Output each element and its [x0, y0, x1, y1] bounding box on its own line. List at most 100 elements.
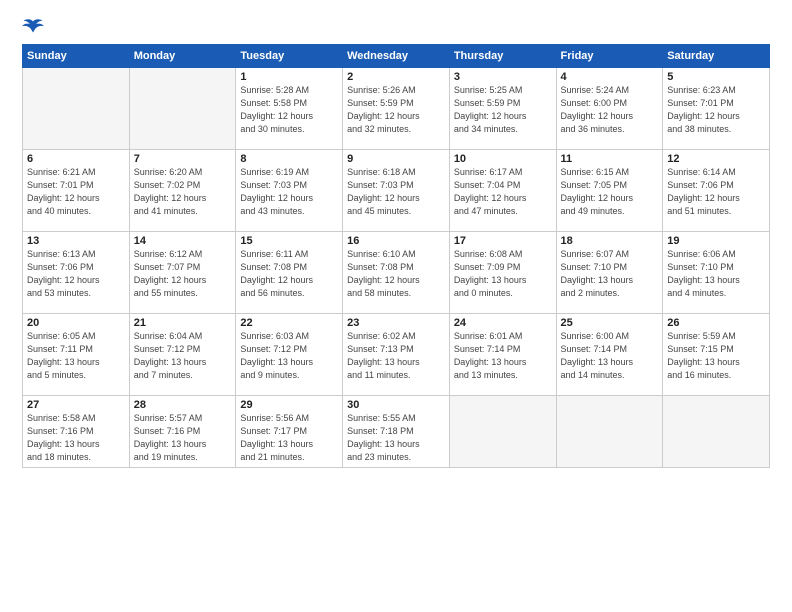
day-number: 13 — [27, 235, 125, 247]
calendar-cell: 7Sunrise: 6:20 AM Sunset: 7:02 PM Daylig… — [129, 150, 236, 232]
calendar-cell: 29Sunrise: 5:56 AM Sunset: 7:17 PM Dayli… — [236, 396, 343, 468]
day-number: 1 — [240, 71, 338, 83]
calendar-cell: 12Sunrise: 6:14 AM Sunset: 7:06 PM Dayli… — [663, 150, 770, 232]
day-number: 22 — [240, 317, 338, 329]
weekday-header-monday: Monday — [129, 45, 236, 68]
calendar-cell: 4Sunrise: 5:24 AM Sunset: 6:00 PM Daylig… — [556, 68, 663, 150]
day-info: Sunrise: 5:24 AM Sunset: 6:00 PM Dayligh… — [561, 84, 659, 136]
calendar-cell: 13Sunrise: 6:13 AM Sunset: 7:06 PM Dayli… — [23, 232, 130, 314]
calendar-cell: 22Sunrise: 6:03 AM Sunset: 7:12 PM Dayli… — [236, 314, 343, 396]
day-number: 10 — [454, 153, 552, 165]
day-info: Sunrise: 6:23 AM Sunset: 7:01 PM Dayligh… — [667, 84, 765, 136]
calendar-cell: 1Sunrise: 5:28 AM Sunset: 5:58 PM Daylig… — [236, 68, 343, 150]
logo — [22, 18, 48, 36]
day-number: 14 — [134, 235, 232, 247]
calendar-cell: 30Sunrise: 5:55 AM Sunset: 7:18 PM Dayli… — [343, 396, 450, 468]
calendar-cell: 15Sunrise: 6:11 AM Sunset: 7:08 PM Dayli… — [236, 232, 343, 314]
calendar-week-4: 20Sunrise: 6:05 AM Sunset: 7:11 PM Dayli… — [23, 314, 770, 396]
calendar-cell: 24Sunrise: 6:01 AM Sunset: 7:14 PM Dayli… — [449, 314, 556, 396]
day-info: Sunrise: 6:06 AM Sunset: 7:10 PM Dayligh… — [667, 248, 765, 300]
day-number: 6 — [27, 153, 125, 165]
calendar-cell: 28Sunrise: 5:57 AM Sunset: 7:16 PM Dayli… — [129, 396, 236, 468]
weekday-header-thursday: Thursday — [449, 45, 556, 68]
day-info: Sunrise: 6:19 AM Sunset: 7:03 PM Dayligh… — [240, 166, 338, 218]
calendar-cell: 25Sunrise: 6:00 AM Sunset: 7:14 PM Dayli… — [556, 314, 663, 396]
weekday-header-friday: Friday — [556, 45, 663, 68]
calendar-cell: 17Sunrise: 6:08 AM Sunset: 7:09 PM Dayli… — [449, 232, 556, 314]
calendar-cell: 3Sunrise: 5:25 AM Sunset: 5:59 PM Daylig… — [449, 68, 556, 150]
calendar-cell: 18Sunrise: 6:07 AM Sunset: 7:10 PM Dayli… — [556, 232, 663, 314]
calendar-cell — [663, 396, 770, 468]
logo-text — [22, 18, 48, 36]
day-number: 19 — [667, 235, 765, 247]
day-info: Sunrise: 6:17 AM Sunset: 7:04 PM Dayligh… — [454, 166, 552, 218]
day-info: Sunrise: 6:15 AM Sunset: 7:05 PM Dayligh… — [561, 166, 659, 218]
day-number: 27 — [27, 399, 125, 411]
calendar-cell: 26Sunrise: 5:59 AM Sunset: 7:15 PM Dayli… — [663, 314, 770, 396]
calendar: SundayMondayTuesdayWednesdayThursdayFrid… — [22, 44, 770, 468]
day-number: 23 — [347, 317, 445, 329]
day-info: Sunrise: 6:03 AM Sunset: 7:12 PM Dayligh… — [240, 330, 338, 382]
calendar-cell: 23Sunrise: 6:02 AM Sunset: 7:13 PM Dayli… — [343, 314, 450, 396]
day-info: Sunrise: 5:25 AM Sunset: 5:59 PM Dayligh… — [454, 84, 552, 136]
day-number: 25 — [561, 317, 659, 329]
day-info: Sunrise: 6:05 AM Sunset: 7:11 PM Dayligh… — [27, 330, 125, 382]
day-info: Sunrise: 6:07 AM Sunset: 7:10 PM Dayligh… — [561, 248, 659, 300]
calendar-cell: 6Sunrise: 6:21 AM Sunset: 7:01 PM Daylig… — [23, 150, 130, 232]
calendar-cell — [449, 396, 556, 468]
calendar-cell: 19Sunrise: 6:06 AM Sunset: 7:10 PM Dayli… — [663, 232, 770, 314]
calendar-cell: 21Sunrise: 6:04 AM Sunset: 7:12 PM Dayli… — [129, 314, 236, 396]
day-number: 17 — [454, 235, 552, 247]
day-number: 4 — [561, 71, 659, 83]
day-info: Sunrise: 6:18 AM Sunset: 7:03 PM Dayligh… — [347, 166, 445, 218]
day-number: 5 — [667, 71, 765, 83]
day-info: Sunrise: 6:13 AM Sunset: 7:06 PM Dayligh… — [27, 248, 125, 300]
calendar-cell: 9Sunrise: 6:18 AM Sunset: 7:03 PM Daylig… — [343, 150, 450, 232]
day-number: 30 — [347, 399, 445, 411]
weekday-header-tuesday: Tuesday — [236, 45, 343, 68]
day-info: Sunrise: 6:02 AM Sunset: 7:13 PM Dayligh… — [347, 330, 445, 382]
calendar-cell: 20Sunrise: 6:05 AM Sunset: 7:11 PM Dayli… — [23, 314, 130, 396]
day-info: Sunrise: 6:11 AM Sunset: 7:08 PM Dayligh… — [240, 248, 338, 300]
calendar-week-2: 6Sunrise: 6:21 AM Sunset: 7:01 PM Daylig… — [23, 150, 770, 232]
day-number: 18 — [561, 235, 659, 247]
logo-bird-icon — [22, 18, 44, 36]
day-info: Sunrise: 6:21 AM Sunset: 7:01 PM Dayligh… — [27, 166, 125, 218]
day-number: 2 — [347, 71, 445, 83]
day-info: Sunrise: 6:10 AM Sunset: 7:08 PM Dayligh… — [347, 248, 445, 300]
weekday-header-sunday: Sunday — [23, 45, 130, 68]
day-info: Sunrise: 6:04 AM Sunset: 7:12 PM Dayligh… — [134, 330, 232, 382]
calendar-cell: 16Sunrise: 6:10 AM Sunset: 7:08 PM Dayli… — [343, 232, 450, 314]
weekday-header-row: SundayMondayTuesdayWednesdayThursdayFrid… — [23, 45, 770, 68]
day-number: 7 — [134, 153, 232, 165]
day-info: Sunrise: 6:20 AM Sunset: 7:02 PM Dayligh… — [134, 166, 232, 218]
day-info: Sunrise: 5:55 AM Sunset: 7:18 PM Dayligh… — [347, 412, 445, 464]
day-info: Sunrise: 6:12 AM Sunset: 7:07 PM Dayligh… — [134, 248, 232, 300]
calendar-cell — [556, 396, 663, 468]
day-info: Sunrise: 5:56 AM Sunset: 7:17 PM Dayligh… — [240, 412, 338, 464]
calendar-cell: 2Sunrise: 5:26 AM Sunset: 5:59 PM Daylig… — [343, 68, 450, 150]
day-number: 9 — [347, 153, 445, 165]
day-number: 15 — [240, 235, 338, 247]
day-info: Sunrise: 5:57 AM Sunset: 7:16 PM Dayligh… — [134, 412, 232, 464]
day-info: Sunrise: 5:28 AM Sunset: 5:58 PM Dayligh… — [240, 84, 338, 136]
calendar-week-3: 13Sunrise: 6:13 AM Sunset: 7:06 PM Dayli… — [23, 232, 770, 314]
weekday-header-saturday: Saturday — [663, 45, 770, 68]
day-info: Sunrise: 5:26 AM Sunset: 5:59 PM Dayligh… — [347, 84, 445, 136]
day-number: 24 — [454, 317, 552, 329]
calendar-week-1: 1Sunrise: 5:28 AM Sunset: 5:58 PM Daylig… — [23, 68, 770, 150]
page: SundayMondayTuesdayWednesdayThursdayFrid… — [0, 0, 792, 612]
day-number: 12 — [667, 153, 765, 165]
calendar-cell: 14Sunrise: 6:12 AM Sunset: 7:07 PM Dayli… — [129, 232, 236, 314]
header-area — [22, 18, 770, 36]
day-info: Sunrise: 5:59 AM Sunset: 7:15 PM Dayligh… — [667, 330, 765, 382]
day-info: Sunrise: 5:58 AM Sunset: 7:16 PM Dayligh… — [27, 412, 125, 464]
calendar-cell: 5Sunrise: 6:23 AM Sunset: 7:01 PM Daylig… — [663, 68, 770, 150]
day-number: 20 — [27, 317, 125, 329]
day-number: 8 — [240, 153, 338, 165]
calendar-cell: 11Sunrise: 6:15 AM Sunset: 7:05 PM Dayli… — [556, 150, 663, 232]
day-number: 29 — [240, 399, 338, 411]
day-info: Sunrise: 6:08 AM Sunset: 7:09 PM Dayligh… — [454, 248, 552, 300]
day-number: 26 — [667, 317, 765, 329]
calendar-cell: 27Sunrise: 5:58 AM Sunset: 7:16 PM Dayli… — [23, 396, 130, 468]
